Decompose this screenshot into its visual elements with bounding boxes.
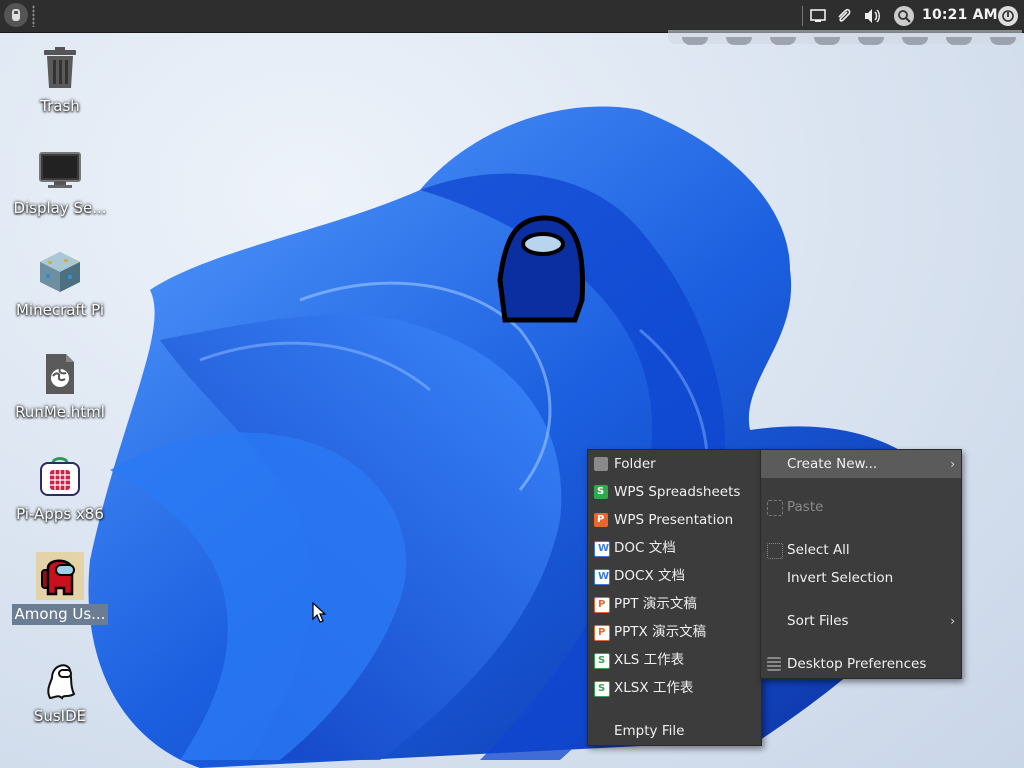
dock-ghost <box>668 30 1022 45</box>
monitor-icon <box>36 146 84 194</box>
suside-icon <box>36 654 84 702</box>
volume-icon[interactable] <box>862 6 882 26</box>
chevron-right-icon: › <box>950 457 955 471</box>
desktop-icon-label: Pi-Apps x86 <box>16 505 104 523</box>
menu-item-label: Sort Files <box>787 613 849 629</box>
menu-item-label: WPS Presentation <box>614 512 734 528</box>
menu-spacer <box>761 478 961 493</box>
xlsx-icon: S <box>594 681 610 697</box>
menu-item-label: Empty File <box>614 723 685 739</box>
top-panel: 10:21 AM <box>0 0 1024 33</box>
dock-item[interactable] <box>858 37 884 45</box>
menu-item-label: Desktop Preferences <box>787 656 927 672</box>
dock-item[interactable] <box>682 37 708 45</box>
html-file-icon <box>36 350 84 398</box>
menu-item-invert-selection[interactable]: Invert Selection <box>761 564 961 592</box>
clock[interactable]: 10:21 AM <box>922 7 998 23</box>
menu-spacer <box>761 521 961 536</box>
menu-item-label: DOC 文档 <box>614 540 676 556</box>
minecraft-icon <box>36 248 84 296</box>
desktop-icon-label: Trash <box>40 97 80 115</box>
preferences-icon <box>767 657 781 671</box>
desktop-icon-suside[interactable]: SusIDE <box>6 654 114 727</box>
menu-item-label: Create New... <box>787 456 878 472</box>
menu-item-label: Paste <box>787 499 824 515</box>
panel-grip[interactable] <box>32 5 35 27</box>
paste-icon <box>767 500 783 516</box>
desktop-icon-display-settings[interactable]: Display Se... <box>6 146 114 219</box>
menu-item-create-new[interactable]: Create New... › <box>761 450 961 478</box>
menu-item-sort-files[interactable]: Sort Files › <box>761 607 961 635</box>
doc-icon: W <box>594 541 610 557</box>
display-icon[interactable] <box>808 6 828 26</box>
menu-item-docx[interactable]: W DOCX 文档 <box>588 562 761 590</box>
menu-item-label: XLS 工作表 <box>614 652 685 668</box>
chevron-right-icon: › <box>950 614 955 628</box>
desktop-icon-among-us[interactable]: Among Us... <box>6 552 114 625</box>
desktop-icon-label: Minecraft Pi <box>15 301 104 319</box>
xls-icon: S <box>594 653 610 669</box>
menu-item-label: WPS Spreadsheets <box>614 484 741 500</box>
pi-apps-icon <box>36 452 84 500</box>
search-icon[interactable] <box>894 6 914 26</box>
dock-item[interactable] <box>814 37 840 45</box>
menu-item-empty-file[interactable]: Empty File <box>588 717 761 745</box>
wps-presentation-icon: P <box>594 513 608 527</box>
menu-item-xlsx[interactable]: S XLSX 工作表 <box>588 674 761 702</box>
menu-item-folder[interactable]: Folder <box>588 450 761 478</box>
desktop-icon-pi-apps[interactable]: Pi-Apps x86 <box>6 452 114 525</box>
desktop-icon-label: Display Se... <box>13 199 107 217</box>
dock-item[interactable] <box>902 37 928 45</box>
pptx-icon: P <box>594 625 610 641</box>
dock-item[interactable] <box>946 37 972 45</box>
menu-item-pptx[interactable]: P PPTX 演示文稿 <box>588 618 761 646</box>
desktop-context-menu: Create New... › Paste Select All Invert … <box>760 449 962 679</box>
menu-spacer <box>588 702 761 717</box>
ppt-icon: P <box>594 597 610 613</box>
desktop-icon-trash[interactable]: Trash <box>6 44 114 117</box>
paperclip-icon[interactable] <box>834 6 854 26</box>
mouse-cursor-icon <box>312 602 327 623</box>
menu-item-label: XLSX 工作表 <box>614 680 694 696</box>
menu-item-label: Select All <box>787 542 850 558</box>
menu-item-xls[interactable]: S XLS 工作表 <box>588 646 761 674</box>
menu-item-label: Folder <box>614 456 656 472</box>
menu-item-paste[interactable]: Paste <box>761 493 961 521</box>
menu-item-label: PPT 演示文稿 <box>614 596 697 612</box>
menu-item-doc[interactable]: W DOC 文档 <box>588 534 761 562</box>
menu-item-wps-spreadsheets[interactable]: S WPS Spreadsheets <box>588 478 761 506</box>
folder-icon <box>594 457 608 471</box>
desktop-icon-runme-html[interactable]: RunMe.html <box>6 350 114 423</box>
dock-item[interactable] <box>726 37 752 45</box>
menu-item-label: DOCX 文档 <box>614 568 685 584</box>
menu-spacer <box>761 592 961 607</box>
desktop-icon-label: Among Us... <box>11 604 109 625</box>
power-icon[interactable] <box>998 6 1018 26</box>
desktop-icon-label: SusIDE <box>33 707 87 725</box>
menu-spacer <box>761 635 961 650</box>
among-us-icon <box>36 552 84 600</box>
dock-item[interactable] <box>770 37 796 45</box>
menu-item-wps-presentation[interactable]: P WPS Presentation <box>588 506 761 534</box>
app-menu-icon <box>12 9 20 21</box>
menu-item-label: Invert Selection <box>787 570 894 586</box>
trash-icon <box>36 44 84 92</box>
dock-item[interactable] <box>990 37 1016 45</box>
menu-item-label: PPTX 演示文稿 <box>614 624 707 640</box>
menu-item-ppt[interactable]: P PPT 演示文稿 <box>588 590 761 618</box>
menu-item-select-all[interactable]: Select All <box>761 536 961 564</box>
menu-item-desktop-preferences[interactable]: Desktop Preferences <box>761 650 961 678</box>
panel-separator <box>802 6 803 26</box>
create-new-submenu: Folder S WPS Spreadsheets P WPS Presenta… <box>587 449 762 746</box>
select-all-icon <box>767 543 783 559</box>
desktop-icon-label: RunMe.html <box>15 403 105 421</box>
desktop-icon-minecraft-pi[interactable]: Minecraft Pi <box>6 248 114 321</box>
docx-icon: W <box>594 569 610 585</box>
app-menu-button[interactable] <box>4 3 28 27</box>
wps-spreadsheets-icon: S <box>594 485 608 499</box>
